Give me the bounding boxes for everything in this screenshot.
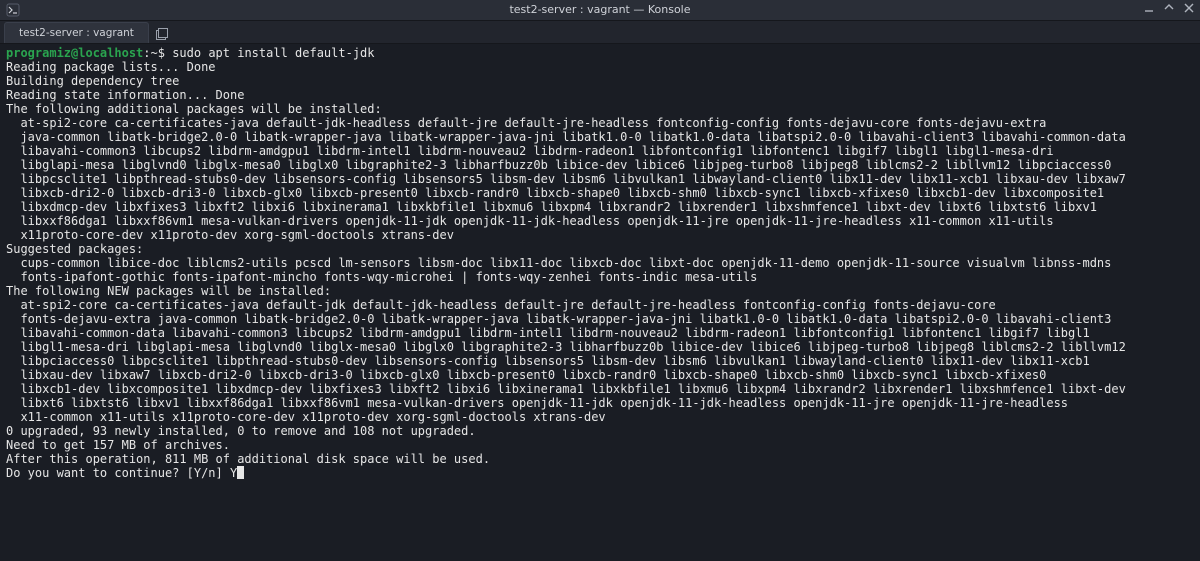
prompt-path: ~$ bbox=[151, 46, 165, 60]
close-button[interactable] bbox=[1184, 3, 1194, 18]
tab-bar: test2-server : vagrant bbox=[0, 21, 1200, 44]
new-tab-button[interactable] bbox=[153, 25, 171, 43]
minimize-button[interactable] bbox=[1144, 3, 1154, 18]
app-icon bbox=[6, 3, 20, 17]
prompt-user-host: programiz@localhost bbox=[6, 46, 143, 60]
confirm-question: Do you want to continue? [Y/n] bbox=[6, 466, 230, 480]
window-titlebar: test2-server : vagrant — Konsole bbox=[0, 0, 1200, 21]
maximize-button[interactable] bbox=[1164, 3, 1174, 18]
prompt-separator: : bbox=[143, 46, 150, 60]
confirm-answer: Y bbox=[230, 466, 237, 480]
tab-label: test2-server : vagrant bbox=[19, 26, 134, 40]
terminal-tab[interactable]: test2-server : vagrant bbox=[4, 22, 149, 43]
command-text: sudo apt install default-jdk bbox=[172, 46, 374, 60]
text-cursor bbox=[237, 466, 244, 479]
window-title: test2-server : vagrant — Konsole bbox=[509, 3, 690, 17]
apt-output-block: Reading package lists... Done Building d… bbox=[6, 60, 1194, 466]
terminal-output[interactable]: programiz@localhost:~$ sudo apt install … bbox=[0, 44, 1200, 480]
